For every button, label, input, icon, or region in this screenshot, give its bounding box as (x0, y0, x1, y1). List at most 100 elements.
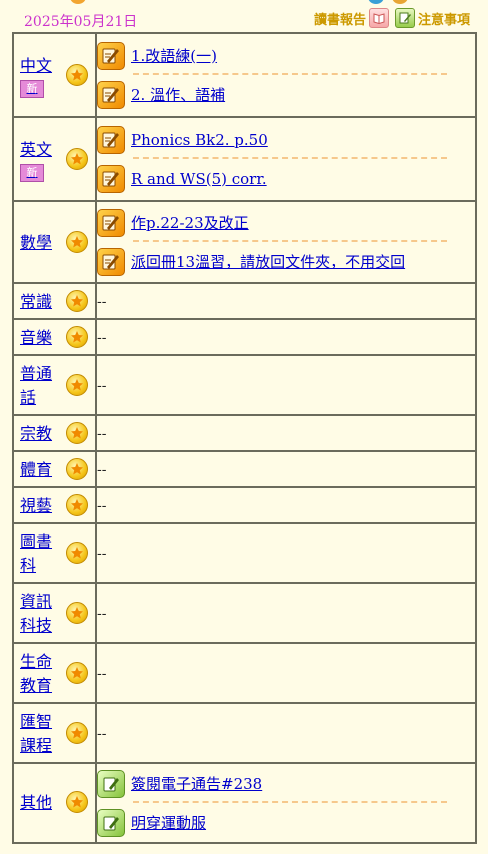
homework-link[interactable]: 簽閱電子通告#238 (131, 773, 262, 794)
reading-report-link[interactable]: 讀書報告 (314, 9, 366, 28)
subject-name: 常識 (20, 292, 53, 311)
decorative-icon (368, 0, 384, 4)
subject-name: 圖書科 (20, 532, 53, 575)
subject-link-visual-arts[interactable]: 視藝 (20, 494, 56, 518)
subject-cell: 中文新 (12, 32, 97, 118)
homework-link[interactable]: R and WS(5) corr. (131, 170, 267, 188)
star-icon[interactable] (66, 722, 88, 744)
subject-cell: 英文新 (12, 116, 97, 202)
no-homework-text: -- (97, 666, 107, 682)
subject-link-english[interactable]: 英文新 (20, 138, 56, 182)
star-glyph (71, 499, 83, 511)
subject-row-english: 英文新 Phonics Bk2. p.50 R and WS(5) corr. (12, 116, 477, 202)
subject-name: 其他 (20, 793, 53, 812)
new-badge: 新 (20, 164, 44, 182)
homework-cell: -- (95, 282, 477, 320)
subject-cell: 生命教育 (12, 642, 97, 704)
notice-pen-icon[interactable] (394, 8, 415, 28)
homework-link[interactable]: 作p.22-23及改正 (131, 212, 249, 233)
subject-link-life-education[interactable]: 生命教育 (20, 650, 56, 698)
star-icon[interactable] (66, 290, 88, 312)
star-icon[interactable] (66, 542, 88, 564)
subject-link-library[interactable]: 圖書科 (20, 530, 56, 578)
subject-cell: 普通話 (12, 354, 97, 416)
star-glyph (71, 463, 83, 475)
notice-link[interactable]: 注意事項 (418, 9, 470, 28)
pencil-icon (97, 125, 125, 154)
subject-name: 生命教育 (20, 652, 53, 695)
star-icon[interactable] (66, 494, 88, 516)
homework-cell: -- (95, 354, 477, 416)
subject-name: 宗教 (20, 424, 53, 443)
subject-row-math: 數學 作p.22-23及改正派回冊13溫習，請放回文件夾，不用交回 (12, 200, 477, 284)
subject-cell: 資訊科技 (12, 582, 97, 644)
subject-link-music[interactable]: 音樂 (20, 326, 56, 350)
subject-cell: 視藝 (12, 486, 97, 524)
no-homework-text: -- (97, 498, 107, 514)
homework-link[interactable]: Phonics Bk2. p.50 (131, 131, 268, 149)
star-icon[interactable] (66, 64, 88, 86)
subject-cell: 體育 (12, 450, 97, 488)
star-icon[interactable] (66, 148, 88, 170)
subject-link-putonghua[interactable]: 普通話 (20, 362, 56, 410)
homework-cell: 作p.22-23及改正派回冊13溫習，請放回文件夾，不用交回 (95, 200, 477, 284)
pencil-icon (97, 80, 125, 109)
subject-link-others[interactable]: 其他 (20, 791, 56, 815)
homework-item: 2. 溫作、語補 (97, 75, 475, 114)
star-glyph (71, 796, 83, 808)
subject-link-religion[interactable]: 宗教 (20, 422, 56, 446)
star-icon[interactable] (66, 231, 88, 253)
subject-link-wisdom-course[interactable]: 匯智課程 (20, 710, 56, 758)
subject-row-wisdom-course: 匯智課程 -- (12, 702, 477, 764)
subject-row-music: 音樂 -- (12, 318, 477, 356)
homework-item: 簽閱電子通告#238 (97, 764, 475, 803)
subject-name: 數學 (20, 233, 53, 252)
star-glyph (71, 607, 83, 619)
subject-row-life-education: 生命教育 -- (12, 642, 477, 704)
homework-link[interactable]: 明穿運動服 (131, 812, 206, 833)
subject-row-religion: 宗教 -- (12, 414, 477, 452)
homework-item: 作p.22-23及改正 (97, 203, 475, 242)
homework-item: 明穿運動服 (97, 803, 475, 842)
subject-link-ict[interactable]: 資訊科技 (20, 590, 56, 638)
decorative-icon (70, 0, 86, 4)
subject-name: 匯智課程 (20, 712, 53, 755)
homework-item: 派回冊13溫習，請放回文件夾，不用交回 (97, 242, 475, 281)
homework-link[interactable]: 派回冊13溫習，請放回文件夾，不用交回 (131, 251, 405, 272)
star-icon[interactable] (66, 422, 88, 444)
star-icon[interactable] (66, 662, 88, 684)
star-glyph (71, 331, 83, 343)
subject-row-general-studies: 常識 -- (12, 282, 477, 320)
subject-name: 中文 (20, 56, 53, 75)
homework-link[interactable]: 2. 溫作、語補 (131, 84, 225, 105)
subject-cell: 常識 (12, 282, 97, 320)
pencil-icon (97, 164, 125, 193)
subject-name: 視藝 (20, 496, 53, 515)
no-homework-text: -- (97, 426, 107, 442)
star-icon[interactable] (66, 326, 88, 348)
star-glyph (71, 153, 83, 165)
subject-cell: 宗教 (12, 414, 97, 452)
subject-link-chinese[interactable]: 中文新 (20, 54, 56, 98)
decorative-icon (392, 0, 408, 4)
book-icon[interactable] (368, 8, 389, 28)
subject-link-general-studies[interactable]: 常識 (20, 290, 56, 314)
subject-name: 普通話 (20, 364, 53, 407)
no-homework-text: -- (97, 606, 107, 622)
star-icon[interactable] (66, 458, 88, 480)
homework-link[interactable]: 1.改語練(一) (131, 45, 217, 66)
subject-row-pe: 體育 -- (12, 450, 477, 488)
notice-pen-icon (97, 808, 125, 837)
top-links: 讀書報告 注意事項 (314, 8, 470, 28)
new-badge: 新 (20, 80, 44, 98)
top-bar: 2025年05月21日 讀書報告 注意事項 (0, 0, 488, 32)
homework-cell: -- (95, 450, 477, 488)
star-glyph (71, 427, 83, 439)
subject-cell: 圖書科 (12, 522, 97, 584)
star-icon[interactable] (66, 374, 88, 396)
star-icon[interactable] (66, 602, 88, 624)
subject-link-math[interactable]: 數學 (20, 231, 56, 255)
star-glyph (71, 667, 83, 679)
subject-link-pe[interactable]: 體育 (20, 458, 56, 482)
star-icon[interactable] (66, 791, 88, 813)
